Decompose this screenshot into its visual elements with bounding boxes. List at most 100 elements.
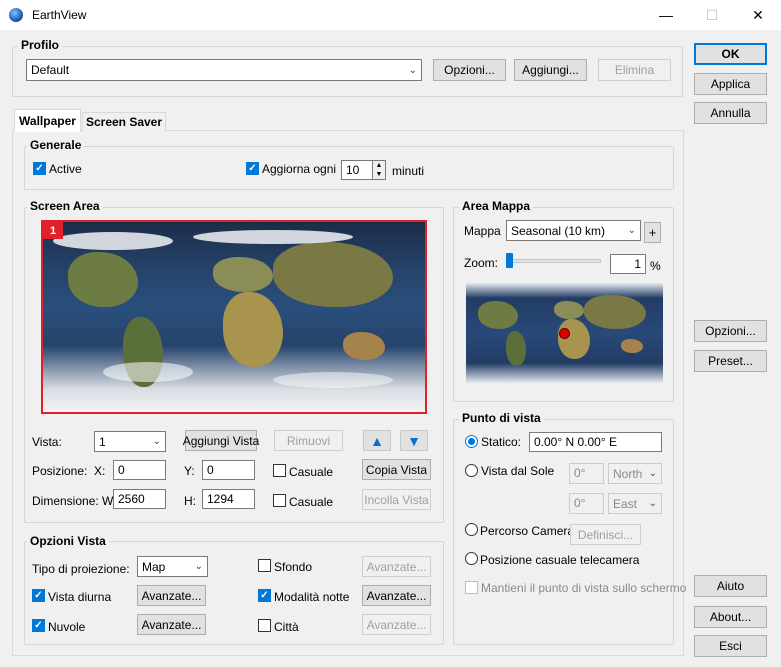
close-button[interactable]: ✕ — [735, 0, 781, 30]
aggiorna-spinner[interactable]: ▲ ▼ — [372, 160, 386, 180]
statico-coords-input[interactable]: 0.00° N 0.00° E — [529, 432, 662, 452]
latitude-direction-value: North — [613, 466, 643, 481]
cloud — [193, 230, 353, 244]
spin-down-icon[interactable]: ▼ — [373, 170, 385, 179]
tab-screen-saver[interactable]: Screen Saver — [82, 112, 166, 131]
w-input[interactable]: 2560 — [113, 489, 166, 509]
minuti-label: minuti — [392, 164, 425, 178]
tipo-proiezione-select[interactable]: Map ⌄ — [137, 556, 208, 577]
sfondo-checkbox[interactable] — [258, 559, 271, 572]
title-bar: EarthView — ☐ ✕ — [0, 0, 781, 30]
aggiorna-checkbox[interactable]: ✓ — [246, 162, 259, 175]
casuale-dimensione-checkbox[interactable] — [273, 494, 286, 507]
rimuovi-button[interactable]: Rimuovi — [274, 430, 343, 451]
viewpoint-marker-icon — [559, 328, 570, 339]
vista-diurna-avanzate-button[interactable]: Avanzate... — [137, 585, 206, 606]
copia-vista-button[interactable]: Copia Vista — [362, 459, 431, 480]
mappa-select[interactable]: Seasonal (10 km) ⌄ — [506, 220, 641, 241]
active-checkbox[interactable]: ✓ — [33, 162, 46, 175]
zoom-slider-thumb[interactable] — [506, 253, 513, 268]
chevron-down-icon: ⌄ — [152, 436, 161, 447]
zoom-unit: % — [650, 259, 661, 273]
chevron-down-icon: ⌄ — [194, 561, 203, 572]
landmass-north-america — [68, 252, 138, 307]
h-input[interactable]: 1294 — [202, 489, 255, 509]
vista-value: 1 — [99, 434, 106, 449]
mantieni-checkbox[interactable] — [465, 581, 478, 594]
vista-diurna-checkbox[interactable]: ✓ — [32, 589, 45, 602]
area-mappa-preview[interactable] — [466, 283, 663, 383]
screen-area-label: Screen Area — [27, 199, 103, 213]
y-input[interactable]: 0 — [202, 460, 255, 480]
tab-wallpaper[interactable]: Wallpaper — [14, 109, 81, 132]
casuale-dimensione-label: Casuale — [289, 495, 334, 509]
opzioni-button[interactable]: Opzioni... — [694, 320, 767, 342]
posizione-label: Posizione: — [32, 464, 88, 478]
aiuto-button[interactable]: Aiuto — [694, 575, 767, 597]
x-input[interactable]: 0 — [113, 460, 166, 480]
ok-button[interactable]: OK — [694, 43, 767, 65]
casuale-posizione-label: Casuale — [289, 465, 334, 479]
vista-label: Vista: — [32, 435, 62, 449]
arrow-down-icon[interactable]: ▼ — [400, 430, 428, 451]
chevron-down-icon: ⌄ — [648, 498, 657, 509]
zoom-label: Zoom: — [464, 256, 499, 270]
mappa-value: Seasonal (10 km) — [511, 223, 606, 238]
aggiungi-vista-button[interactable]: Aggiungi Vista — [183, 430, 259, 451]
landmass-australia — [343, 332, 385, 360]
screen-area-preview[interactable]: 1 — [41, 220, 427, 414]
annulla-button[interactable]: Annulla — [694, 102, 767, 124]
profilo-label: Profilo — [18, 38, 62, 52]
earth-app-icon — [9, 8, 23, 22]
profilo-aggiungi-button[interactable]: Aggiungi... — [514, 59, 587, 81]
mantieni-label: Mantieni il punto di vista sullo schermo — [481, 581, 687, 595]
zoom-value-input[interactable]: 1 — [610, 254, 646, 274]
landmass-asia — [273, 242, 393, 307]
percorso-camera-radio[interactable] — [465, 523, 478, 536]
esci-button[interactable]: Esci — [694, 635, 767, 657]
latitude-input[interactable]: 0° — [569, 463, 604, 484]
latitude-direction-select[interactable]: North ⌄ — [608, 463, 662, 484]
profilo-elimina-button[interactable]: Elimina — [598, 59, 671, 81]
longitude-input[interactable]: 0° — [569, 493, 604, 514]
applica-button[interactable]: Applica — [694, 73, 767, 95]
profilo-select[interactable]: Default ⌄ — [26, 59, 422, 81]
minimize-button[interactable]: — — [643, 0, 689, 30]
profilo-opzioni-button[interactable]: Opzioni... — [433, 59, 506, 81]
sfondo-avanzate-button[interactable]: Avanzate... — [362, 556, 431, 577]
zoom-slider-track[interactable] — [506, 259, 601, 263]
chevron-down-icon: ⌄ — [627, 225, 636, 236]
modalita-notte-checkbox[interactable]: ✓ — [258, 589, 271, 602]
modalita-notte-label: Modalità notte — [274, 590, 350, 604]
monitor-number-badge: 1 — [43, 222, 63, 239]
maximize-button: ☐ — [705, 6, 719, 23]
posizione-casuale-radio[interactable] — [465, 552, 478, 565]
modalita-notte-avanzate-button[interactable]: Avanzate... — [362, 585, 431, 606]
spin-up-icon[interactable]: ▲ — [373, 161, 385, 170]
add-map-button[interactable]: + — [644, 222, 661, 243]
punto-di-vista-label: Punto di vista — [459, 411, 544, 425]
nuvole-avanzate-button[interactable]: Avanzate... — [137, 614, 206, 635]
arrow-up-icon[interactable]: ▲ — [363, 430, 391, 451]
posizione-casuale-label: Posizione casuale telecamera — [480, 553, 640, 567]
vista-select[interactable]: 1 ⌄ — [94, 431, 166, 452]
citta-checkbox[interactable] — [258, 619, 271, 632]
vista-diurna-label: Vista diurna — [48, 590, 112, 604]
statico-radio[interactable] — [465, 435, 478, 448]
longitude-direction-select[interactable]: East ⌄ — [608, 493, 662, 514]
landmass — [621, 339, 643, 353]
casuale-posizione-checkbox[interactable] — [273, 464, 286, 477]
preset-button[interactable]: Preset... — [694, 350, 767, 372]
landmass — [554, 301, 584, 319]
aggiorna-value-input[interactable]: 10 — [341, 160, 373, 180]
vista-sole-radio[interactable] — [465, 464, 478, 477]
cloud — [273, 372, 393, 388]
window-title: EarthView — [32, 8, 87, 22]
landmass — [478, 301, 518, 329]
incolla-vista-button[interactable]: Incolla Vista — [362, 489, 431, 510]
definisci-button[interactable]: Definisci... — [570, 524, 641, 545]
aggiorna-label: Aggiorna ogni — [262, 162, 337, 176]
citta-avanzate-button[interactable]: Avanzate... — [362, 614, 431, 635]
about-button[interactable]: About... — [694, 606, 767, 628]
nuvole-checkbox[interactable]: ✓ — [32, 619, 45, 632]
